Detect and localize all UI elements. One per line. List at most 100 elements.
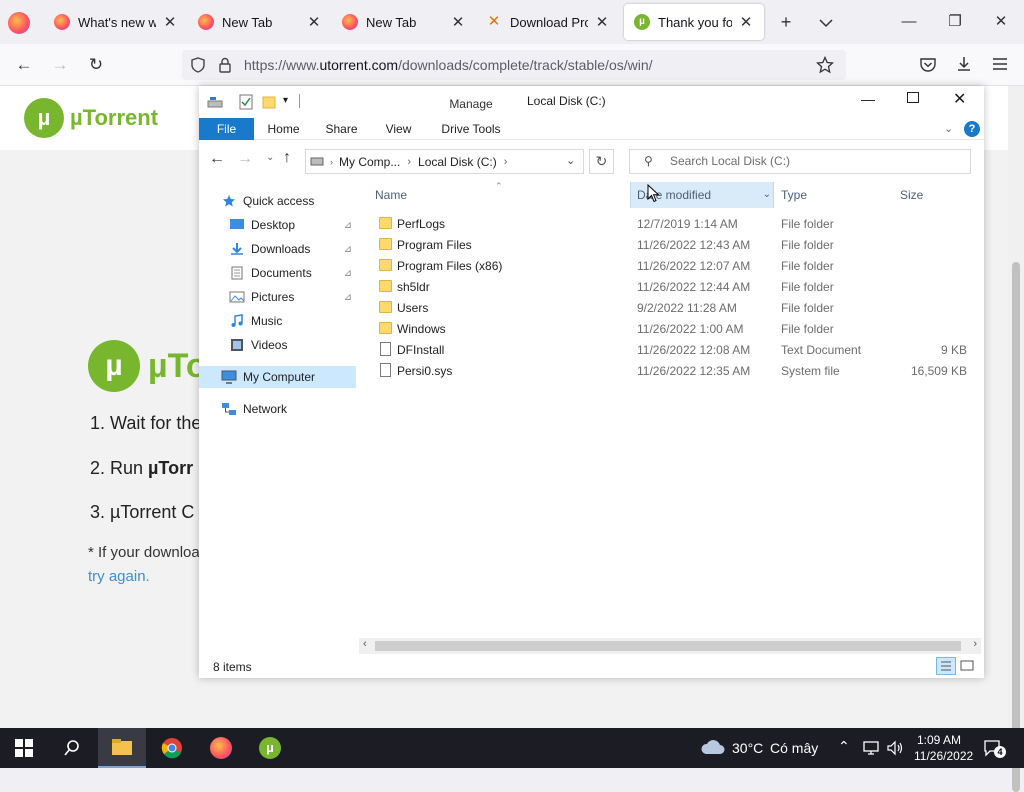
back-button[interactable]: ← — [11, 53, 37, 77]
taskbar: µ 30°C Có mây ⌃ 1:09 AM 11/26/2022 4 — [0, 728, 1024, 768]
recent-locations-dropdown[interactable]: ⌄ — [266, 152, 274, 163]
ribbon-tab-share[interactable]: Share — [319, 118, 364, 140]
nav-item-documents[interactable]: Documents ⊿ — [199, 262, 356, 284]
explorer-maximize-button[interactable] — [907, 92, 919, 103]
address-dropdown-icon[interactable]: ⌄ — [566, 154, 575, 167]
search-input[interactable]: ⚲ Search Local Disk (C:) — [629, 149, 971, 174]
nav-item-desktop[interactable]: Desktop ⊿ — [199, 214, 356, 236]
ribbon-tab-drive-tools[interactable]: Drive Tools — [428, 118, 514, 140]
table-row[interactable]: Persi0.sys 11/26/2022 12:35 AM System file… — [359, 361, 979, 382]
chevron-down-icon — [819, 19, 833, 28]
browser-tab[interactable]: New Tab ✕ — [332, 4, 476, 40]
weather-description[interactable]: Có mây — [770, 740, 818, 756]
explorer-minimize-button[interactable]: — — [861, 91, 875, 107]
column-header-name[interactable]: Name ⌃ — [359, 181, 629, 208]
nav-item-network[interactable]: Network — [199, 398, 356, 420]
new-folder-icon[interactable] — [262, 95, 276, 109]
downloads-icon[interactable] — [955, 55, 973, 73]
taskbar-chrome[interactable] — [148, 728, 196, 768]
pocket-icon[interactable] — [919, 56, 937, 74]
nav-item-videos[interactable]: Videos — [199, 334, 356, 356]
explorer-back-button[interactable]: ← — [209, 150, 225, 168]
properties-icon[interactable] — [239, 94, 253, 110]
nav-item-pictures[interactable]: Pictures ⊿ — [199, 286, 356, 308]
volume-icon[interactable] — [886, 740, 904, 756]
ribbon-tab-file[interactable]: File — [199, 118, 254, 140]
show-hidden-icons-chevron-icon[interactable]: ⌃ — [838, 738, 850, 755]
url-bar[interactable]: https://www.utorrent.com/downloads/compl… — [182, 50, 846, 80]
browser-tab[interactable]: ✕ Download Prox ✕ — [476, 4, 620, 40]
close-window-button[interactable]: ✕ — [986, 10, 1016, 34]
close-tab-icon[interactable]: ✕ — [450, 13, 466, 31]
table-row[interactable]: PerfLogs 12/7/2019 1:14 AM File folder — [359, 214, 979, 235]
url-text[interactable]: https://www.utorrent.com/downloads/compl… — [244, 57, 653, 73]
explorer-close-button[interactable]: ✕ — [953, 89, 966, 109]
up-button[interactable]: ↑ — [283, 149, 291, 167]
table-row[interactable]: Program Files 11/26/2022 12:43 AM File fol… — [359, 235, 979, 256]
table-row[interactable]: Windows 11/26/2022 1:00 AM File folder — [359, 319, 979, 340]
start-button[interactable] — [0, 728, 48, 768]
help-icon[interactable]: ? — [964, 121, 980, 137]
close-tab-icon[interactable]: ✕ — [594, 13, 610, 31]
close-tab-icon[interactable]: ✕ — [162, 13, 178, 31]
table-row[interactable]: DFInstall 11/26/2022 12:08 AM Text Documen… — [359, 340, 979, 361]
explorer-forward-button[interactable]: → — [237, 150, 253, 168]
shield-icon[interactable] — [190, 57, 206, 73]
file-name: PerfLogs — [397, 217, 446, 231]
refresh-button[interactable]: ↻ — [589, 149, 614, 174]
lock-icon[interactable] — [218, 57, 232, 73]
new-tab-button[interactable]: + — [774, 10, 798, 34]
cloud-weather-icon[interactable] — [700, 738, 726, 756]
minimize-button[interactable]: — — [894, 10, 924, 34]
browser-tab[interactable]: µ Thank you for D ✕ — [624, 4, 764, 40]
page-scrollbar[interactable] — [1008, 86, 1024, 792]
browser-tab[interactable]: What's new with ✕ — [44, 4, 188, 40]
forward-button[interactable]: → — [47, 53, 73, 77]
horizontal-scrollbar-thumb[interactable] — [375, 641, 961, 651]
column-filter-dropdown-icon[interactable]: ⌄ — [763, 182, 771, 208]
weather-temperature[interactable]: 30°C — [732, 740, 763, 756]
table-row[interactable]: Users 9/2/2022 11:28 AM File folder — [359, 298, 979, 319]
nav-item-my-computer[interactable]: My Computer — [199, 366, 356, 388]
star-bookmark-icon[interactable] — [816, 56, 834, 74]
notifications-button[interactable]: 4 — [982, 738, 1006, 761]
breadcrumb-local-disk[interactable]: Local Disk (C:) — [418, 155, 497, 169]
nav-item-downloads[interactable]: Downloads ⊿ — [199, 238, 356, 260]
expand-ribbon-icon[interactable]: ⌄ — [944, 122, 953, 135]
network-icon[interactable] — [862, 740, 880, 756]
firefox-menu-icon[interactable] — [8, 12, 30, 34]
close-tab-icon[interactable]: ✕ — [306, 13, 322, 31]
taskbar-search-button[interactable] — [48, 728, 96, 768]
nav-item-music[interactable]: Music — [199, 310, 356, 332]
column-header-type[interactable]: Type — [775, 182, 893, 208]
taskbar-firefox[interactable] — [197, 728, 245, 768]
table-row[interactable]: Program Files (x86) 11/26/2022 12:07 AM Fi… — [359, 256, 979, 277]
taskbar-utorrent[interactable]: µ — [246, 728, 294, 768]
ribbon-tab-view[interactable]: View — [376, 118, 421, 140]
scroll-right-icon[interactable]: › — [973, 638, 977, 650]
details-view-icon[interactable] — [936, 657, 956, 675]
system-clock[interactable]: 1:09 AM 11/26/2022 — [914, 732, 973, 764]
hamburger-menu-icon[interactable] — [992, 57, 1008, 71]
breadcrumb[interactable]: › My Comp... › Local Disk (C:) › ⌄ — [305, 149, 584, 174]
scroll-left-icon[interactable]: ‹ — [363, 638, 367, 650]
browser-tab[interactable]: New Tab ✕ — [188, 4, 332, 40]
quick-access-toolbar-dropdown[interactable]: ▾ — [283, 95, 288, 106]
try-again-link[interactable]: try again. — [88, 568, 150, 585]
page-scrollbar-thumb[interactable] — [1012, 262, 1020, 792]
close-tab-icon[interactable]: ✕ — [738, 13, 754, 31]
reload-button[interactable]: ↻ — [83, 53, 109, 77]
column-header-size[interactable]: Size — [894, 182, 974, 208]
horizontal-scrollbar[interactable]: ‹ › — [359, 638, 981, 654]
breadcrumb-my-computer[interactable]: My Comp... — [339, 155, 400, 169]
list-all-tabs-button[interactable] — [814, 10, 838, 34]
nav-item-quick-access[interactable]: Quick access — [199, 190, 356, 212]
drive-icon[interactable] — [207, 95, 223, 109]
ribbon-tab-home[interactable]: Home — [261, 118, 306, 140]
table-row[interactable]: sh5ldr 11/26/2022 12:44 AM File folder — [359, 277, 979, 298]
taskbar-file-explorer[interactable] — [98, 728, 146, 768]
large-icons-view-icon[interactable] — [959, 658, 975, 674]
utorrent-logo[interactable]: µ µTorrent — [24, 98, 158, 138]
maximize-button[interactable]: ❐ — [940, 10, 970, 34]
manage-tab[interactable]: Manage — [428, 90, 514, 118]
